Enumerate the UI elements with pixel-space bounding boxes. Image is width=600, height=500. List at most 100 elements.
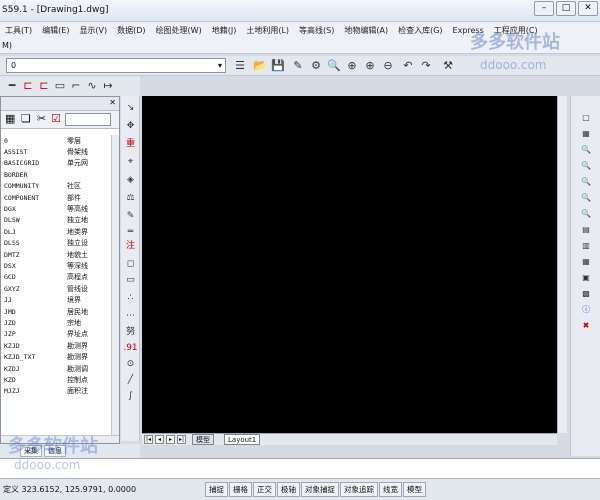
bracket-icon[interactable]: ⊏ — [20, 78, 36, 94]
undo-icon[interactable]: ↶ — [400, 58, 416, 74]
database-icon[interactable]: ▩ — [580, 288, 592, 300]
polyline-icon[interactable]: ⌐ — [68, 78, 84, 94]
panel-close-icon[interactable]: ✕ — [109, 98, 116, 107]
square-outline-icon[interactable]: ▢ — [580, 112, 592, 124]
layer-dropdown[interactable]: 0 ▾ — [6, 58, 226, 73]
move-icon[interactable]: ✥ — [122, 118, 139, 134]
layer-row[interactable]: COMPONENT 部件 — [1, 192, 111, 203]
menu-check-import[interactable]: 检查入库(G) — [393, 25, 447, 36]
minimize-button[interactable]: – — [534, 1, 554, 16]
line-icon[interactable]: ━ — [4, 78, 20, 94]
layer-row[interactable]: DLJ 地类界 — [1, 226, 111, 237]
layer-row[interactable]: DMTZ 地貌土 — [1, 249, 111, 260]
curve-icon[interactable]: ∫ — [122, 388, 139, 404]
layer-row[interactable]: 0 零层 — [1, 135, 111, 146]
info-icon[interactable]: ⓘ — [580, 304, 592, 316]
layer-row[interactable]: COMMUNITY 社区 — [1, 181, 111, 192]
pointer-icon[interactable]: ↘ — [122, 100, 139, 116]
circle-icon[interactable]: ⊙ — [122, 356, 139, 372]
menu-tools[interactable]: 工具(T) — [0, 25, 37, 36]
layer-list-scrollbar[interactable] — [111, 135, 119, 435]
menu-edit[interactable]: 编辑(E) — [37, 25, 74, 36]
layer-row[interactable]: BASICGRID 单元网 — [1, 158, 111, 169]
next-tab-icon[interactable]: ▸ — [166, 435, 175, 444]
zoom-tool-icon[interactable]: 🔍 — [580, 144, 592, 156]
redo-icon[interactable]: ↷ — [418, 58, 434, 74]
osnap-toggle[interactable]: 对象捕捉 — [301, 482, 339, 497]
save-icon[interactable]: 💾 — [270, 58, 286, 74]
square-icon[interactable]: ◻ — [122, 256, 139, 272]
layer-row[interactable]: KZJD_TXT 勘测界 — [1, 351, 111, 362]
model-toggle[interactable]: 模型 — [403, 482, 426, 497]
zoom-scale-icon[interactable]: 🔍 — [580, 192, 592, 204]
pencil-icon[interactable]: ✎ — [290, 58, 306, 74]
tool-icon[interactable]: ⚒ — [440, 58, 456, 74]
menu-land-use[interactable]: 土地利用(L) — [241, 25, 294, 36]
select-icon[interactable]: ⌖ — [122, 154, 139, 170]
zoom-prev-icon[interactable]: 🔍 — [580, 160, 592, 172]
layer-state-icon[interactable]: ✂ — [37, 112, 46, 125]
layer-row[interactable]: KZDJ 勘测调 — [1, 363, 111, 374]
point-value-icon[interactable]: .91 — [122, 340, 139, 356]
layer-filter-input[interactable] — [65, 113, 111, 126]
fill-icon[interactable]: ◈ — [122, 172, 139, 188]
new-layer-icon[interactable]: ▦ — [5, 112, 15, 125]
properties-icon[interactable]: ⚙ — [308, 58, 324, 74]
layer-row[interactable]: KZD 控制点 — [1, 374, 111, 385]
dots-icon[interactable]: ∴ — [122, 290, 139, 306]
edit-icon[interactable]: ✎ — [122, 208, 139, 224]
layer-row[interactable]: JZP 界址点 — [1, 329, 111, 340]
zoom-center-icon[interactable]: 🔍 — [580, 208, 592, 220]
layer-row[interactable]: BORDER — [1, 169, 111, 180]
zoom-extent-icon[interactable]: 🔍 — [580, 176, 592, 188]
layer-row[interactable]: JMD 居民地 — [1, 306, 111, 317]
maximize-button[interactable]: □ — [556, 1, 576, 16]
delete-icon[interactable]: ✖ — [580, 320, 592, 332]
grid-icon[interactable]: ▦ — [580, 128, 592, 140]
layer-row[interactable]: DLSW 独立地 — [1, 215, 111, 226]
menu-cadastre[interactable]: 地籍(J) — [207, 25, 242, 36]
menu-draw-process[interactable]: 绘图处理(W) — [151, 25, 207, 36]
layer-row[interactable]: MJZJ 面积注 — [1, 386, 111, 397]
polar-toggle[interactable]: 极轴 — [277, 482, 300, 497]
arrow-icon[interactable]: ↦ — [100, 78, 116, 94]
open-folder-icon[interactable]: 📂 — [252, 58, 268, 74]
rectangle-tool-icon[interactable]: ▭ — [122, 272, 139, 288]
menu-overflow-item[interactable]: M) — [2, 41, 12, 50]
hatch-icon[interactable]: ⋯ — [122, 308, 139, 324]
prev-tab-icon[interactable]: ◂ — [155, 435, 164, 444]
zoom-in-icon[interactable]: ⊕ — [362, 58, 378, 74]
checkbox-icon[interactable]: ☑ — [51, 112, 61, 125]
bracket-alt-icon[interactable]: ⊏ — [36, 78, 52, 94]
drawing-canvas[interactable] — [142, 96, 557, 433]
layer-row[interactable]: KZJD 勘测界 — [1, 340, 111, 351]
image-icon[interactable]: ▣ — [580, 272, 592, 284]
layer-row[interactable]: DGX 等高线 — [1, 203, 111, 214]
layer-row[interactable]: JJ 境界 — [1, 294, 111, 305]
zoom-window-icon[interactable]: ⊕ — [344, 58, 360, 74]
tab-model[interactable]: 模型 — [192, 434, 214, 445]
layer-row[interactable]: ASSIST 骨架线 — [1, 146, 111, 157]
sign-icon[interactable]: 努 — [122, 324, 139, 340]
heavy-text-icon[interactable]: 重 — [122, 136, 139, 152]
snap-toggle[interactable]: 捕捉 — [205, 482, 228, 497]
close-button[interactable]: ✕ — [578, 1, 598, 16]
diagonal-line-icon[interactable]: ╱ — [122, 372, 139, 388]
layer-row[interactable]: GXYZ 管线设 — [1, 283, 111, 294]
otrack-toggle[interactable]: 对象追踪 — [340, 482, 378, 497]
rectangle-icon[interactable]: ▭ — [52, 78, 68, 94]
menu-data[interactable]: 数据(D) — [112, 25, 150, 36]
layer-row[interactable]: DSX 等深线 — [1, 260, 111, 271]
command-line[interactable] — [0, 458, 600, 478]
canvas-vertical-scrollbar[interactable] — [557, 96, 567, 433]
table-icon[interactable]: ▦ — [580, 256, 592, 268]
menu-contour[interactable]: 等高线(S) — [294, 25, 339, 36]
tab-layout1[interactable]: Layout1 — [224, 434, 261, 445]
layer-row[interactable]: JZD 宗地 — [1, 317, 111, 328]
scale-icon[interactable]: ⚖ — [122, 190, 139, 206]
ortho-toggle[interactable]: 正交 — [253, 482, 276, 497]
lineweight-toggle[interactable]: 线宽 — [379, 482, 402, 497]
zoom-icon[interactable]: 🔍 — [326, 58, 342, 74]
zoom-out-icon[interactable]: ⊖ — [380, 58, 396, 74]
layer-properties-icon[interactable]: ☰ — [232, 58, 248, 74]
